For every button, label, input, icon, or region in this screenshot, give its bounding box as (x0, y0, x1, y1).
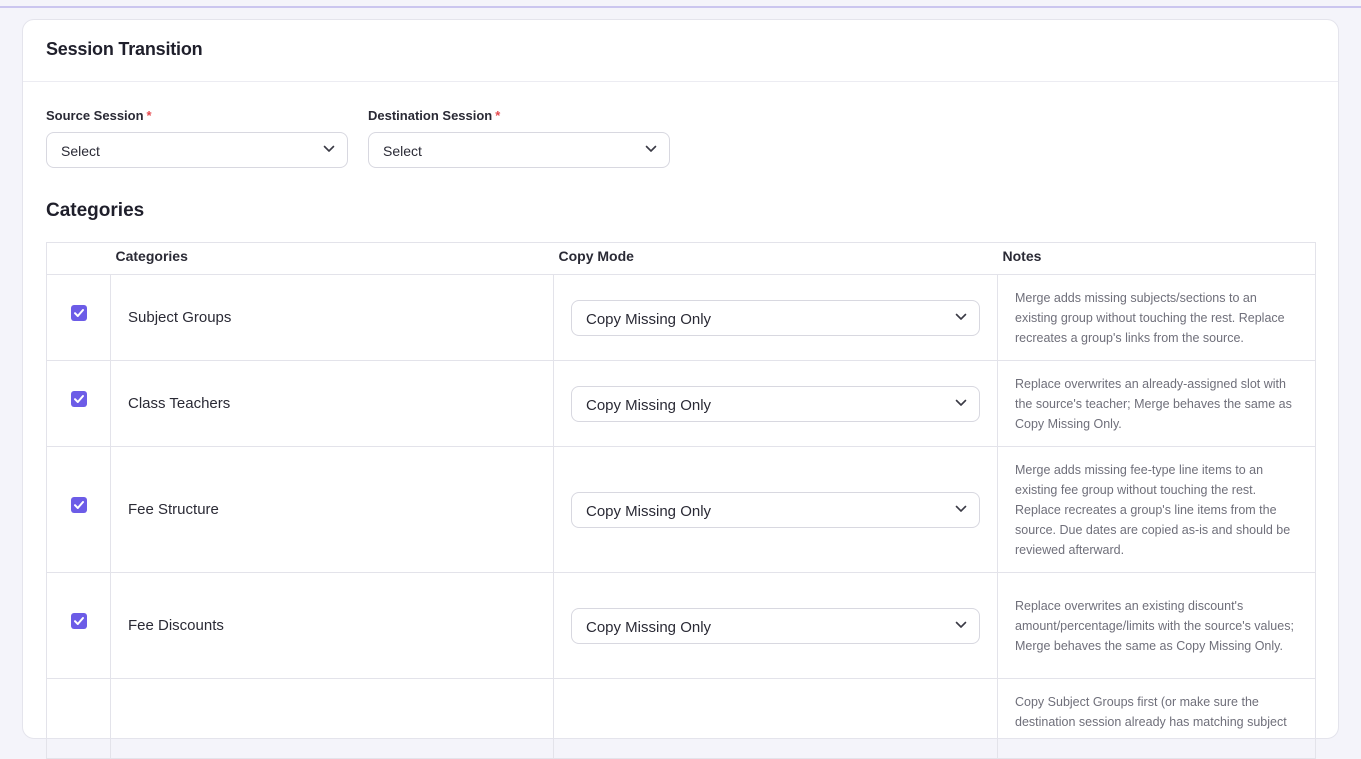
categories-table: Categories Copy Mode Notes Subject Group… (46, 242, 1316, 759)
table-header-row: Categories Copy Mode Notes (46, 242, 1316, 275)
chevron-down-icon (323, 145, 335, 152)
page-title: Session Transition (46, 39, 203, 59)
copy-mode-cell (553, 678, 998, 759)
table-row: Subject Groups Copy Missing Only Merge a… (46, 274, 1316, 361)
row-checkbox[interactable] (70, 613, 87, 629)
row-checkbox[interactable] (70, 391, 87, 407)
source-session-field: Source Session * Select (46, 108, 348, 168)
category-name: Subject Groups (110, 274, 554, 361)
destination-session-select[interactable]: Select (368, 132, 670, 168)
copy-mode-value: Copy Missing Only (586, 396, 712, 414)
category-name (110, 678, 554, 759)
copy-mode-value: Copy Missing Only (586, 618, 712, 636)
table-row: Fee Structure Copy Missing Only Merge ad… (46, 446, 1316, 573)
category-note: Copy Subject Groups first (or make sure … (997, 678, 1316, 759)
copy-mode-select[interactable]: Copy Missing Only (571, 299, 980, 336)
copy-mode-select[interactable]: Copy Missing Only (571, 385, 980, 422)
row-checkbox-cell (46, 678, 111, 759)
category-name: Fee Discounts (110, 572, 554, 679)
chevron-down-icon (645, 145, 657, 152)
checkmark-icon (73, 395, 84, 403)
source-session-label: Source Session (46, 108, 144, 123)
copy-mode-select[interactable]: Copy Missing Only (571, 491, 980, 528)
card-header: Session Transition (23, 20, 1338, 82)
copy-mode-select[interactable]: Copy Missing Only (571, 607, 980, 644)
category-note: Merge adds missing subjects/sections to … (997, 274, 1316, 361)
row-checkbox[interactable] (70, 497, 87, 513)
chevron-down-icon (955, 313, 967, 320)
copy-mode-value: Copy Missing Only (586, 310, 712, 328)
copy-mode-column-header: Copy Mode (553, 242, 998, 275)
select-column-header (46, 242, 111, 275)
table-row: Copy Subject Groups first (or make sure … (46, 678, 1316, 759)
copy-mode-value: Copy Missing Only (586, 502, 712, 520)
source-session-select[interactable]: Select (46, 132, 348, 168)
category-note: Replace overwrites an existing discount'… (997, 572, 1316, 679)
checkmark-icon (73, 501, 84, 509)
destination-session-label: Destination Session (368, 108, 493, 123)
row-checkbox[interactable] (70, 305, 87, 321)
required-mark: * (495, 108, 501, 123)
category-name: Fee Structure (110, 446, 554, 573)
category-note: Merge adds missing fee-type line items t… (997, 446, 1316, 573)
checkmark-icon (73, 309, 84, 317)
table-row: Fee Discounts Copy Missing Only Replace … (46, 572, 1316, 679)
destination-session-value: Select (383, 143, 422, 159)
chevron-down-icon (955, 399, 967, 406)
table-row: Class Teachers Copy Missing Only Replace… (46, 360, 1316, 447)
checkmark-icon (73, 617, 84, 625)
required-mark: * (146, 108, 152, 123)
source-session-value: Select (61, 143, 100, 159)
category-name: Class Teachers (110, 360, 554, 447)
destination-session-field: Destination Session * Select (368, 108, 670, 168)
session-transition-card: Session Transition Source Session * Selec… (22, 19, 1339, 759)
categories-section-title: Categories (46, 200, 145, 221)
categories-column-header: Categories (110, 242, 554, 275)
notes-column-header: Notes (997, 242, 1316, 275)
top-accent-line (0, 6, 1361, 8)
chevron-down-icon (955, 621, 967, 628)
category-note: Replace overwrites an already-assigned s… (997, 360, 1316, 447)
chevron-down-icon (955, 505, 967, 512)
